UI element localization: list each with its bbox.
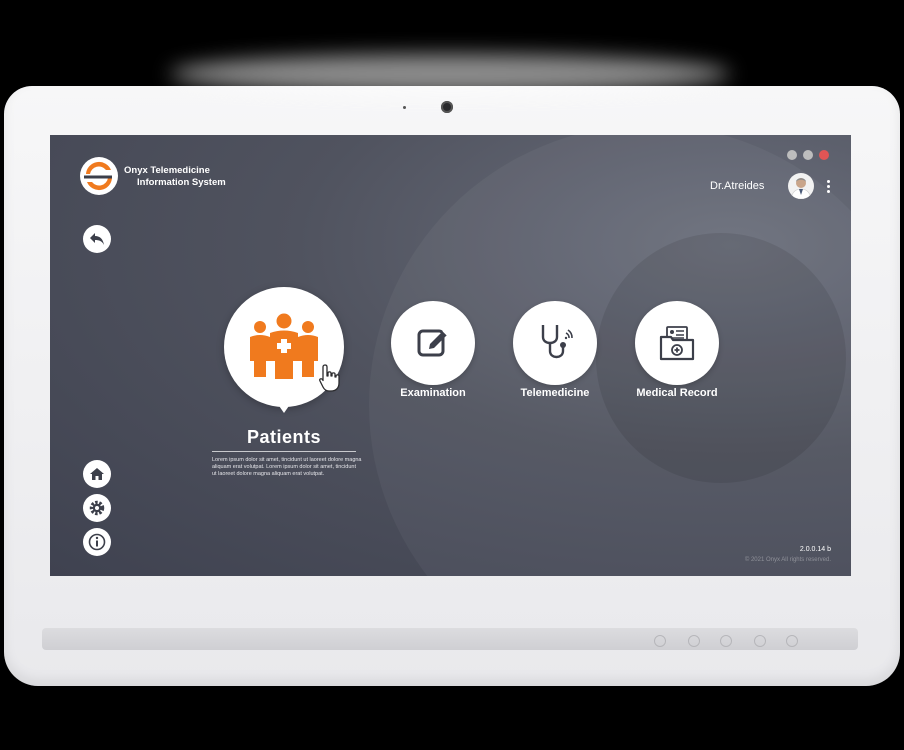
gear-icon xyxy=(89,500,105,516)
examination-label[interactable]: Examination xyxy=(373,387,493,399)
app-version: 2.0.0.14 b xyxy=(799,546,831,553)
hw-settings-button[interactable] xyxy=(786,635,798,647)
user-name[interactable]: Dr.Atreides xyxy=(710,180,764,192)
window-maximize-button[interactable] xyxy=(803,150,813,160)
hw-touch-button[interactable] xyxy=(688,635,700,647)
avatar[interactable] xyxy=(788,173,814,199)
info-button[interactable] xyxy=(83,528,111,556)
hand-pointer-icon xyxy=(319,364,340,392)
app-screen: Onyx Telemedicine Information System Dr.… xyxy=(50,135,851,576)
back-button[interactable] xyxy=(83,225,111,253)
back-arrow-icon xyxy=(90,233,104,245)
device-bottom-bar xyxy=(42,628,858,650)
brand-line-1: Onyx Telemedicine xyxy=(124,165,210,176)
medical-folder-icon xyxy=(659,326,695,361)
telemedicine-label[interactable]: Telemedicine xyxy=(495,387,615,399)
background-circle xyxy=(596,233,846,483)
examination-button[interactable] xyxy=(391,301,475,385)
stethoscope-icon xyxy=(541,325,573,359)
patients-divider xyxy=(212,451,356,452)
settings-button[interactable] xyxy=(83,494,111,522)
more-options-icon[interactable] xyxy=(827,180,831,195)
hw-brightness-down-button[interactable] xyxy=(720,635,732,647)
hw-brightness-up-button[interactable] xyxy=(754,635,766,647)
device-camera xyxy=(441,101,453,113)
patients-bubble-tail xyxy=(277,403,291,413)
edit-icon xyxy=(417,329,448,357)
brand-title: Onyx Telemedicine Information System xyxy=(124,165,226,189)
hw-power-button[interactable] xyxy=(654,635,666,647)
brand-line-2: Information System xyxy=(137,177,226,188)
window-close-button[interactable] xyxy=(819,150,829,160)
window-minimize-button[interactable] xyxy=(787,150,797,160)
device-sensor xyxy=(403,106,406,109)
patients-title: Patients xyxy=(246,427,322,447)
info-icon xyxy=(88,533,106,551)
home-button[interactable] xyxy=(83,460,111,488)
medical-record-label[interactable]: Medical Record xyxy=(617,387,737,399)
onyx-logo-icon xyxy=(80,157,118,195)
patients-description: Lorem ipsum dolor sit amet, tincidunt ut… xyxy=(212,457,362,477)
device-glare xyxy=(170,54,730,94)
patients-button[interactable] xyxy=(224,287,344,407)
medical-record-button[interactable] xyxy=(635,301,719,385)
telemedicine-button[interactable] xyxy=(513,301,597,385)
doctor-avatar-icon xyxy=(790,178,812,199)
copyright-text: © 2021 Onyx All rights reserved. xyxy=(744,557,831,563)
home-icon xyxy=(90,468,104,480)
